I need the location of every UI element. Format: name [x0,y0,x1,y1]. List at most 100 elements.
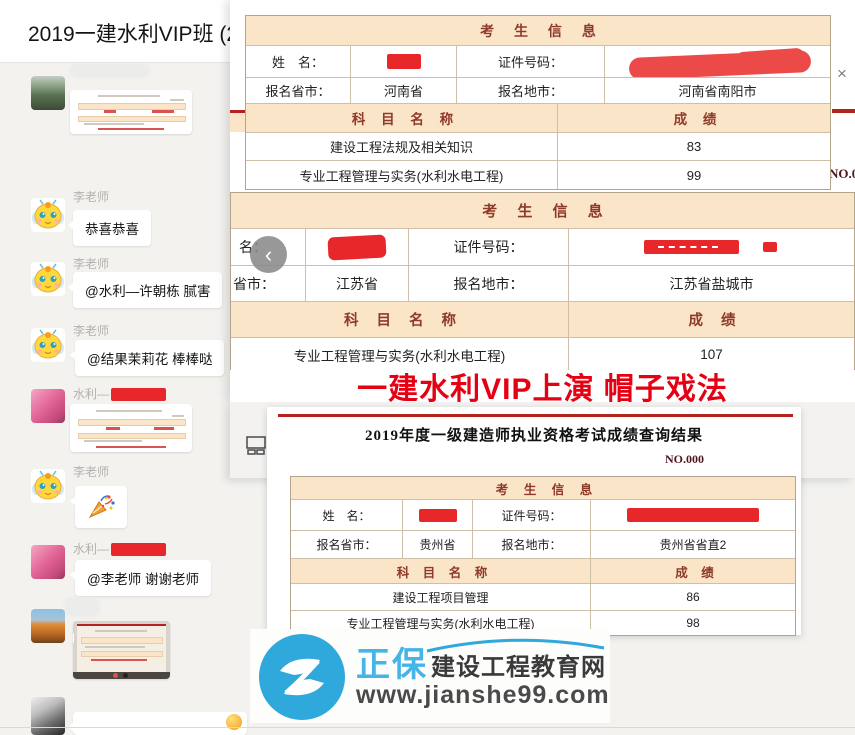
report-image-thumbnail[interactable] [70,90,192,134]
redaction-block [763,242,777,252]
sender-name: 李老师 [73,322,109,339]
bee-icon [31,262,65,296]
report3-subject-row: 建设工程项目管理 86 [291,584,795,611]
avatar[interactable] [31,545,65,579]
avatar[interactable] [31,76,65,110]
sender-name: 李老师 [73,255,109,272]
report3-subject-header-row: 科 目 名 称 成 绩 [291,559,795,584]
avatar-bee[interactable] [31,469,65,503]
sender-name-redacted: 水利— [73,540,166,557]
report1-table: 考 生 信 息 姓 名： 证件号码： 报名省市： 河南省 报名地市： 河南省南阳… [245,15,831,190]
subject-score: 99 [558,161,830,189]
message-bubble: @李老师 谢谢老师 [75,560,211,596]
message-bubble [73,712,247,735]
message-bubble: @水利—许朝栋 腻害 [73,272,222,308]
report3-redline [278,414,793,417]
subject-name: 建设工程法规及相关知识 [246,133,558,160]
blurred-username [70,63,150,78]
name-label: 姓 名： [246,46,351,77]
sender-name-prefix: 水利— [73,542,109,556]
name-redaction [111,388,166,401]
name-value-redacted [403,500,473,530]
city-value: 河南省南阳市 [605,78,830,103]
report3-title: 2019年度一级建造师执业资格考试成绩查询结果 [267,424,801,445]
mini-header-band [81,637,163,644]
mini-header-band [78,103,186,110]
score-header: 成 绩 [558,104,830,132]
subject-header: 科 目 名 称 [291,559,591,583]
avatar[interactable] [31,609,65,643]
report2-serial: NO.0 [829,166,855,182]
close-icon[interactable]: × [830,62,854,86]
logo-brand-text: 正保 [356,637,428,686]
mini-row-line [85,646,145,648]
report1-info-header-row: 考 生 信 息 [246,16,830,46]
report2-info-header-row: 考 生 信 息 [231,193,854,229]
score-header: 成 绩 [591,559,795,583]
avatar[interactable] [31,389,65,423]
province-value: 江苏省 [306,266,409,301]
zhengbao-logo-icon [258,633,346,721]
subject-header: 科 目 名 称 [246,104,558,132]
report1-name-row: 姓 名： 证件号码： [246,46,830,78]
name-label: 姓 名： [291,500,403,530]
province-value: 河南省 [351,78,457,103]
mini-red-caption [91,659,147,661]
report3-name-row: 姓 名： 证件号码： [291,500,795,531]
redaction-block [644,240,739,254]
bee-icon [31,198,65,232]
logo-site-name: 建设工程教育网 [431,647,606,682]
score-header: 成 绩 [569,302,854,337]
id-label: 证件号码： [457,46,605,77]
subject-score: 86 [591,584,795,610]
photo-dot-red [113,673,118,678]
report-photo-thumbnail[interactable] [73,621,170,679]
city-value: 江苏省盐城市 [569,266,854,301]
avatar-bee[interactable] [31,262,65,296]
mini-row-line [84,123,144,125]
redaction-block [419,509,457,522]
report1-subject-header-row: 科 目 名 称 成 绩 [246,104,830,133]
bottom-divider [0,727,855,728]
mini-title-line [95,630,147,632]
province-label: 报名省市： [291,531,403,558]
mini-title-line [96,410,162,412]
id-value-redacted [605,46,830,77]
redaction-block [387,54,421,69]
avatar[interactable] [31,697,65,735]
windows-icon[interactable] [246,436,266,460]
previous-image-button[interactable]: ‹ [250,236,287,273]
city-label: 报名地市： [457,78,605,103]
avatar-bee[interactable] [31,328,65,362]
report2-subject-header-row: 科 目 名 称 成 绩 [231,302,854,338]
mini-serial-line [170,99,184,101]
message-bubble: 恭喜恭喜 [73,210,151,246]
mini-serial-line [172,415,184,417]
subject-score: 83 [558,133,830,160]
sender-name: 李老师 [73,463,109,480]
bee-icon [31,469,65,503]
message-bubble-emoji [75,486,127,528]
white-dashes [658,246,718,248]
subject-name: 建设工程项目管理 [291,584,591,610]
mini-redline [77,624,166,626]
report2-province-row: 省市： 江苏省 报名地市： 江苏省盐城市 [231,266,854,302]
report3-serial: NO.000 [665,452,704,467]
redaction-block [327,234,386,260]
redaction-block [627,508,759,522]
mini-red-caption [98,128,164,130]
photo-dot-dark [123,673,128,678]
report-image-thumbnail[interactable] [70,404,192,452]
name-redaction [111,543,166,556]
sender-name: 李老师 [73,188,109,205]
city-value: 贵州省省直2 [591,531,795,558]
mini-redaction [152,110,174,113]
mini-header-band [81,651,163,657]
report3-province-row: 报名省市： 贵州省 报名地市： 贵州省省直2 [291,531,795,559]
mini-row-line [84,440,142,442]
chat-group-title: 2019一建水利VIP班 (27) [28,18,257,48]
info-header: 考 生 信 息 [231,193,854,228]
report1-subject-row: 建设工程法规及相关知识 83 [246,133,830,161]
avatar-bee[interactable] [31,198,65,232]
mini-header-band [78,116,186,122]
